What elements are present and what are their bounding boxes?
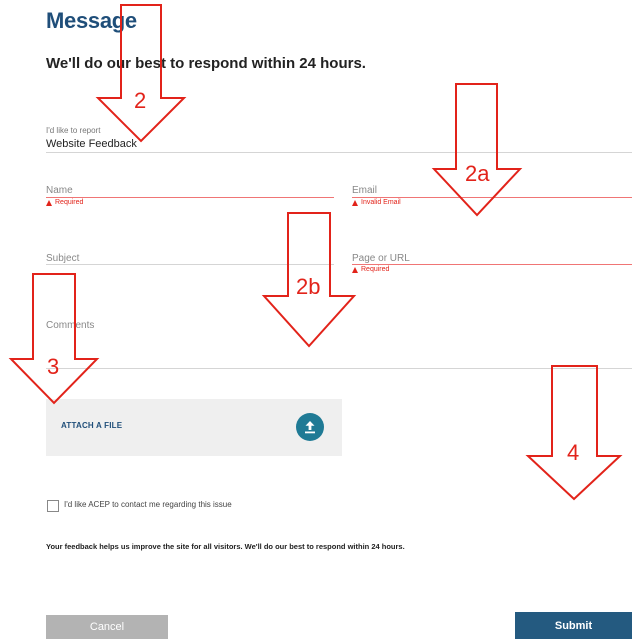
page-url-field[interactable]: Page or URL — [352, 253, 410, 264]
warning-icon — [352, 199, 358, 206]
annotation-label-2b: 2b — [296, 274, 320, 299]
subject-underline — [46, 264, 334, 265]
page-url-error: Required — [352, 266, 389, 273]
annotation-label-3: 3 — [47, 354, 59, 379]
name-field[interactable]: Name — [46, 185, 73, 196]
name-error-text: Required — [55, 199, 84, 206]
page-url-underline — [352, 264, 632, 265]
email-error-text: Invalid Email — [361, 199, 401, 206]
upload-icon — [305, 421, 315, 434]
attach-file-label[interactable]: ATTACH A FILE — [61, 421, 122, 430]
footer-note: Your feedback helps us improve the site … — [46, 542, 405, 551]
subject-field[interactable]: Subject — [46, 253, 79, 264]
email-field[interactable]: Email — [352, 185, 377, 196]
submit-button[interactable]: Submit — [515, 612, 632, 639]
report-select[interactable]: Website Feedback — [46, 138, 137, 150]
report-underline — [46, 152, 632, 153]
warning-icon — [352, 266, 358, 273]
email-underline — [352, 197, 632, 198]
annotation-arrow-3 — [8, 273, 100, 405]
annotation-label-2a: 2a — [465, 161, 490, 186]
comments-underline — [46, 368, 632, 369]
annotation-arrow-2b — [261, 212, 357, 348]
page-url-error-text: Required — [361, 266, 390, 273]
annotation-label-4: 4 — [567, 440, 579, 465]
contact-checkbox-label[interactable]: I'd like ACEP to contact me regarding th… — [64, 500, 232, 509]
name-underline — [46, 197, 334, 198]
email-error: Invalid Email — [352, 199, 401, 206]
page-title: Message — [46, 8, 137, 33]
report-label: I'd like to report — [46, 126, 101, 135]
warning-icon — [46, 199, 52, 206]
annotation-label-2: 2 — [134, 88, 146, 113]
cancel-button[interactable]: Cancel — [46, 615, 168, 639]
upload-button[interactable] — [296, 413, 324, 441]
comments-field[interactable]: Comments — [46, 320, 94, 331]
name-error: Required — [46, 199, 83, 206]
page-subtitle: We'll do our best to respond within 24 h… — [46, 55, 366, 72]
annotation-arrow-2a — [431, 83, 523, 217]
contact-checkbox[interactable] — [47, 500, 59, 512]
annotation-arrow-4 — [525, 365, 623, 501]
